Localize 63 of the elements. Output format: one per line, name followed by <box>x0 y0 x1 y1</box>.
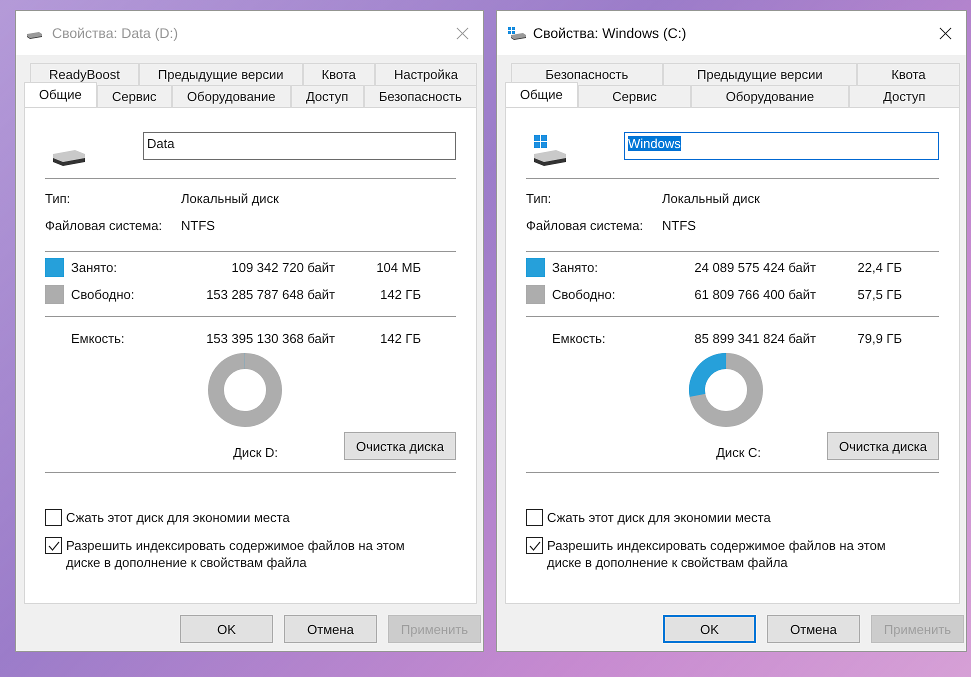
usage-label: Свободно: <box>552 287 616 302</box>
name-field[interactable]: Windows <box>624 132 939 160</box>
dialog-button[interactable]: OK <box>180 615 273 643</box>
usage-size: 142 ГБ <box>379 287 421 302</box>
tab[interactable]: Безопасность <box>511 63 663 85</box>
checkbox-label: Разрешить индексировать содержимое файлов на этом диске в дополнение к свойствам файла <box>547 537 887 571</box>
checkbox-label: Сжать этот диск для экономии места <box>66 509 291 526</box>
usage-label: Свободно: <box>71 287 136 302</box>
window-title: Свойства: Windows (C:) <box>533 25 688 41</box>
checkbox[interactable] <box>526 509 543 526</box>
field-value: NTFS <box>181 218 215 233</box>
usage-bytes: 24 089 575 424 байт <box>693 260 816 275</box>
dialog-button[interactable]: Отмена <box>284 615 377 643</box>
field-label: Тип: <box>45 191 72 206</box>
tab[interactable]: Безопасность <box>364 85 478 107</box>
tab[interactable]: Квота <box>302 63 375 85</box>
capacity-bytes: 85 899 341 824 байт <box>693 331 816 346</box>
field-value: Локальный диск <box>181 191 279 206</box>
field-label: Файловая система: <box>45 218 164 233</box>
tab[interactable]: Сервис <box>96 85 172 107</box>
field-label: Файловая система: <box>526 218 644 233</box>
usage-bytes: 109 342 720 байт <box>230 260 335 275</box>
tab[interactable]: Оборудование <box>691 85 849 107</box>
field-value: Локальный диск <box>662 191 760 206</box>
dialog-button[interactable]: Отмена <box>767 615 860 643</box>
tab[interactable]: Предыдущие версии <box>662 63 857 85</box>
field-value: NTFS <box>662 218 696 233</box>
usage-bytes: 153 285 787 648 байт <box>205 287 335 302</box>
disk-cleanup-button[interactable]: Очистка диска <box>827 432 939 460</box>
capacity-size: 142 ГБ <box>379 331 421 346</box>
disk-cleanup-button[interactable]: Очистка диска <box>344 432 456 460</box>
capacity-label: Емкость: <box>71 331 126 346</box>
checkbox[interactable] <box>45 537 62 554</box>
usage-size: 22,4 ГБ <box>856 260 902 275</box>
tab[interactable]: Настройка <box>374 63 477 85</box>
tab[interactable]: Доступ <box>290 85 364 107</box>
capacity-label: Емкость: <box>552 331 607 346</box>
tab[interactable]: ReadyBoost <box>30 63 139 85</box>
capacity-size: 79,9 ГБ <box>856 331 902 346</box>
name-field[interactable]: Data <box>143 132 456 160</box>
tab[interactable]: Сервис <box>578 85 692 107</box>
checkbox-label: Сжать этот диск для экономии места <box>547 509 772 526</box>
usage-size: 57,5 ГБ <box>856 287 902 302</box>
usage-size: 104 МБ <box>375 260 421 275</box>
tab[interactable]: Предыдущие версии <box>138 63 303 85</box>
tab[interactable]: Оборудование <box>172 85 291 107</box>
usage-bytes: 61 809 766 400 байт <box>693 287 816 302</box>
window-title: Свойства: Data (D:) <box>52 25 180 41</box>
usage-label: Занято: <box>71 260 118 275</box>
tab[interactable]: Доступ <box>848 85 960 107</box>
checkbox[interactable] <box>45 509 62 526</box>
tab[interactable]: Общие <box>505 82 578 107</box>
disk-label: Диск C: <box>716 445 761 460</box>
field-label: Тип: <box>526 191 552 206</box>
tab[interactable]: Квота <box>856 63 960 85</box>
capacity-bytes: 153 395 130 368 байт <box>205 331 335 346</box>
checkbox-label: Разрешить индексировать содержимое файлов на этом диске в дополнение к свойствам файла <box>66 537 406 571</box>
close-icon[interactable] <box>939 26 952 40</box>
usage-label: Занято: <box>552 260 599 275</box>
tab[interactable]: Общие <box>24 82 97 107</box>
disk-label: Диск D: <box>233 445 278 460</box>
dialog-button[interactable]: OK <box>663 615 756 643</box>
checkbox[interactable] <box>526 537 543 554</box>
